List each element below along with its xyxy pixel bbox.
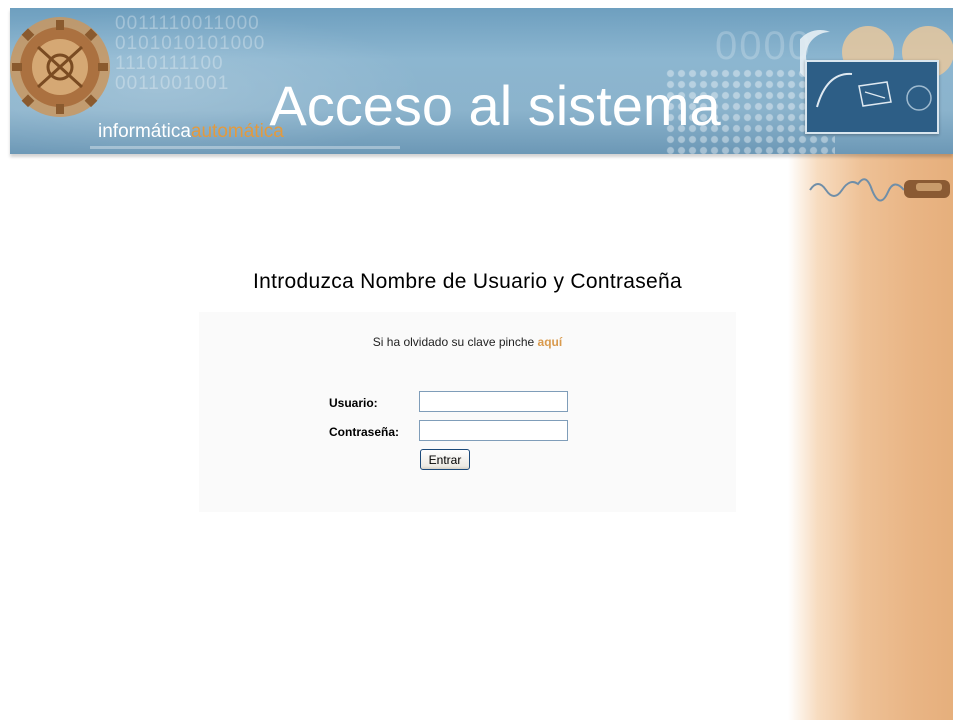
password-input[interactable]	[419, 420, 568, 441]
page-title: Acceso al sistema	[269, 74, 721, 137]
login-heading: Introduzca Nombre de Usuario y Contraseñ…	[252, 270, 682, 293]
password-label: Contraseña:	[329, 425, 400, 439]
page: 0011110011000 0101010101000 1110111100 0…	[0, 0, 953, 720]
header-banner: 0011110011000 0101010101000 1110111100 0…	[10, 8, 953, 154]
username-input[interactable]	[419, 391, 568, 412]
zeros-decoration: 0000	[715, 24, 812, 68]
brand-underline	[90, 146, 400, 149]
digits-line-3: 1110111100	[115, 53, 224, 74]
digits-line-1: 0011110011000	[115, 13, 260, 34]
username-label: Usuario:	[329, 396, 378, 410]
wave-pen-decoration-icon	[809, 178, 950, 202]
login-submit-button[interactable]: Entrar	[420, 449, 470, 470]
forgot-password-link[interactable]: aquí	[538, 335, 563, 349]
digits-line-2: 0101010101000	[115, 33, 266, 54]
forgot-password-text: Si ha olvidado su clave pinche aquí	[199, 335, 736, 349]
forgot-password-label: Si ha olvidado su clave pinche	[372, 335, 535, 349]
